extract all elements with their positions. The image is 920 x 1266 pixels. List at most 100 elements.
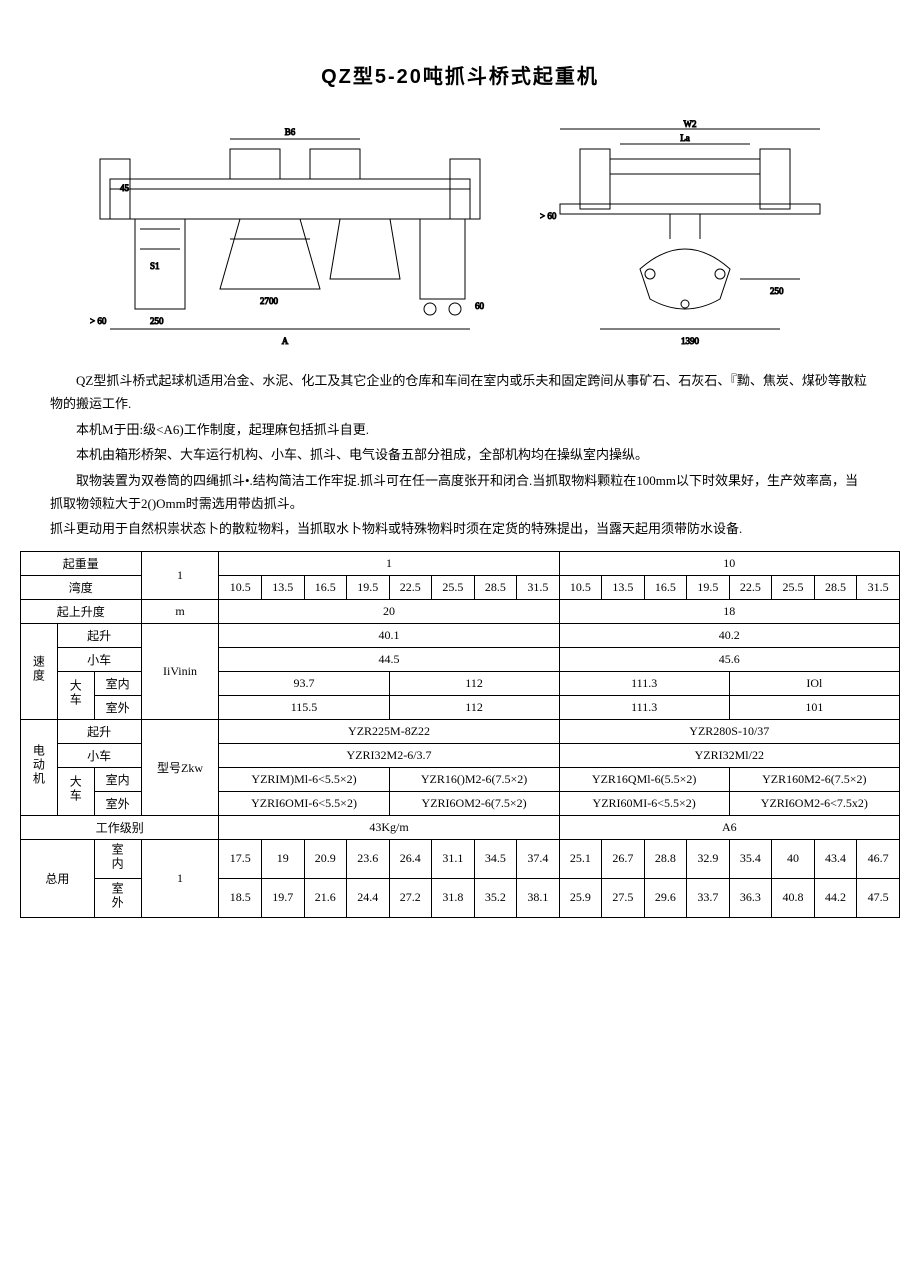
span-cell: 25.5 [772,575,815,599]
span-cell: 13.5 [262,575,305,599]
tw-cell: 38.1 [517,878,560,917]
row-weight: 起重量 1 1 10 [21,551,900,575]
tw-cell: 24.4 [347,878,390,917]
dim-label: 45 [120,183,130,193]
val-bout-10b: 101 [729,695,899,719]
val-bout-10a: 111.3 [559,695,729,719]
dim-label: 250 [770,286,784,296]
tw-cell: 46.7 [857,839,900,878]
desc-p1: QZ型抓斗桥式起球机适用冶金、水泥、化工及其它企业的仓库和车间在室内或乐夫和固定… [50,369,870,416]
tw-cell: 31.1 [432,839,475,878]
tw-cell: 33.7 [687,878,730,917]
tw-cell: 40 [772,839,815,878]
page-title: QZ型5-20吨抓斗桥式起重机 [20,60,900,89]
val-lift-1: 20 [219,599,559,623]
tw-cell: 19.7 [262,878,305,917]
desc-p4: 取物装置为双卷筒的四绳抓斗•.结构简洁工作牢捉.抓斗可在任一高度张开和闭合.当抓… [50,469,870,516]
hdr-indoor: 室内 [94,839,141,878]
span-cell: 19.5 [687,575,730,599]
dim-label: A [282,336,289,346]
tw-cell: 32.9 [687,839,730,878]
val-hoist-10: 40.2 [559,623,899,647]
tw-cell: 17.5 [219,839,262,878]
dim-label: 2700 [260,296,279,306]
val-lift-10: 18 [559,599,899,623]
val-weight-1: 1 [219,551,559,575]
val-bout-1a: 115.5 [219,695,389,719]
dim-label: 60 [475,301,485,311]
span-cell: 22.5 [389,575,432,599]
tw-cell: 23.6 [347,839,390,878]
hdr-indoor: 室内 [94,767,141,791]
hdr-trolley: 小车 [57,647,141,671]
span-cell: 28.5 [814,575,857,599]
tw-cell: 26.4 [389,839,432,878]
val-trolley-1: 44.5 [219,647,559,671]
span-cell: 31.5 [857,575,900,599]
val-hoist-1: 40.1 [219,623,559,647]
val-mbin-10b: YZR160M2-6(7.5×2) [729,767,899,791]
dim-label: B6 [285,127,296,137]
hdr-motor: 电动机 [21,719,58,815]
span-cell: 10.5 [559,575,602,599]
val-mhoist-1: YZR225M-8Z22 [219,719,559,743]
dim-label: > 60 [90,316,107,326]
dim-label: > 60 [540,211,557,221]
dim-label: W2 [684,119,697,129]
tw-cell: 25.9 [559,878,602,917]
crane-end-diagram: W2 La 250 > 60 1390 [520,119,840,349]
val-mtrolley-1: YZRI32M2-6/3.7 [219,743,559,767]
hdr-lift-height: 起上升度 [21,599,142,623]
tw-cell: 35.2 [474,878,517,917]
tw-cell: 35.4 [729,839,772,878]
tw-cell: 25.1 [559,839,602,878]
hdr-speed: 速度 [21,623,58,719]
diagram-row: B6 45 S1 250 2700 > 60 60 A W2 [20,119,900,349]
row-lift-height: 起上升度 m 20 18 [21,599,900,623]
hdr-outdoor: 室外 [94,878,141,917]
tw-cell: 37.4 [517,839,560,878]
description-block: QZ型抓斗桥式起球机适用冶金、水泥、化工及其它企业的仓库和车间在室内或乐夫和固定… [50,369,870,541]
val-bin-1b: 112 [389,671,559,695]
dim-label: La [680,133,690,143]
tw-cell: 34.5 [474,839,517,878]
hdr-work-class: 工作级别 [21,815,219,839]
tw-cell: 43.4 [814,839,857,878]
val-bin-10b: IOl [729,671,899,695]
tw-cell: 21.6 [304,878,347,917]
hdr-hoist: 起升 [57,719,141,743]
val-mbin-1a: YZRIM)Ml-6<5.5×2) [219,767,389,791]
dim-label: S1 [150,261,160,271]
val-wc-1: 43Kg/m [219,815,559,839]
hdr-trolley: 小车 [57,743,141,767]
unit-m: m [141,599,219,623]
val-wc-10: A6 [559,815,899,839]
tw-cell: 19 [262,839,305,878]
row-work-class: 工作级别 43Kg/m A6 [21,815,900,839]
tw-cell: 44.2 [814,878,857,917]
span-cell: 16.5 [644,575,687,599]
hdr-outdoor: 室外 [94,791,141,815]
val-mbin-1b: YZR16()M2-6(7.5×2) [389,767,559,791]
val-mbout-1b: YZRI6OM2-6(7.5×2) [389,791,559,815]
hdr-outdoor: 室外 [94,695,141,719]
val-mtrolley-10: YZRI32Ml/22 [559,743,899,767]
row-motor-hoist: 电动机 起升 型号Zkw YZR225M-8Z22 YZR280S-10/37 [21,719,900,743]
tw-cell: 36.3 [729,878,772,917]
tw-cell: 29.6 [644,878,687,917]
tw-cell: 27.5 [602,878,645,917]
span-cell: 19.5 [347,575,390,599]
tw-cell: 20.9 [304,839,347,878]
dim-label: 250 [150,316,164,326]
val-mbin-10a: YZR16QMl-6(5.5×2) [559,767,729,791]
hdr-hoist: 起升 [57,623,141,647]
hdr-span: 湾度 [21,575,142,599]
spec-table: 起重量 1 1 10 湾度 10.5 13.5 16.5 19.5 22.5 2… [20,551,900,918]
tw-cell: 47.5 [857,878,900,917]
desc-p3: 本机由箱形桥架、大车运行机构、小车、抓斗、电气设备五部分祖成，全部机构均在操纵室… [50,443,870,466]
val-bin-1a: 93.7 [219,671,389,695]
span-cell: 13.5 [602,575,645,599]
span-cell: 10.5 [219,575,262,599]
val-mhoist-10: YZR280S-10/37 [559,719,899,743]
crane-side-diagram: B6 45 S1 250 2700 > 60 60 A [80,119,500,349]
